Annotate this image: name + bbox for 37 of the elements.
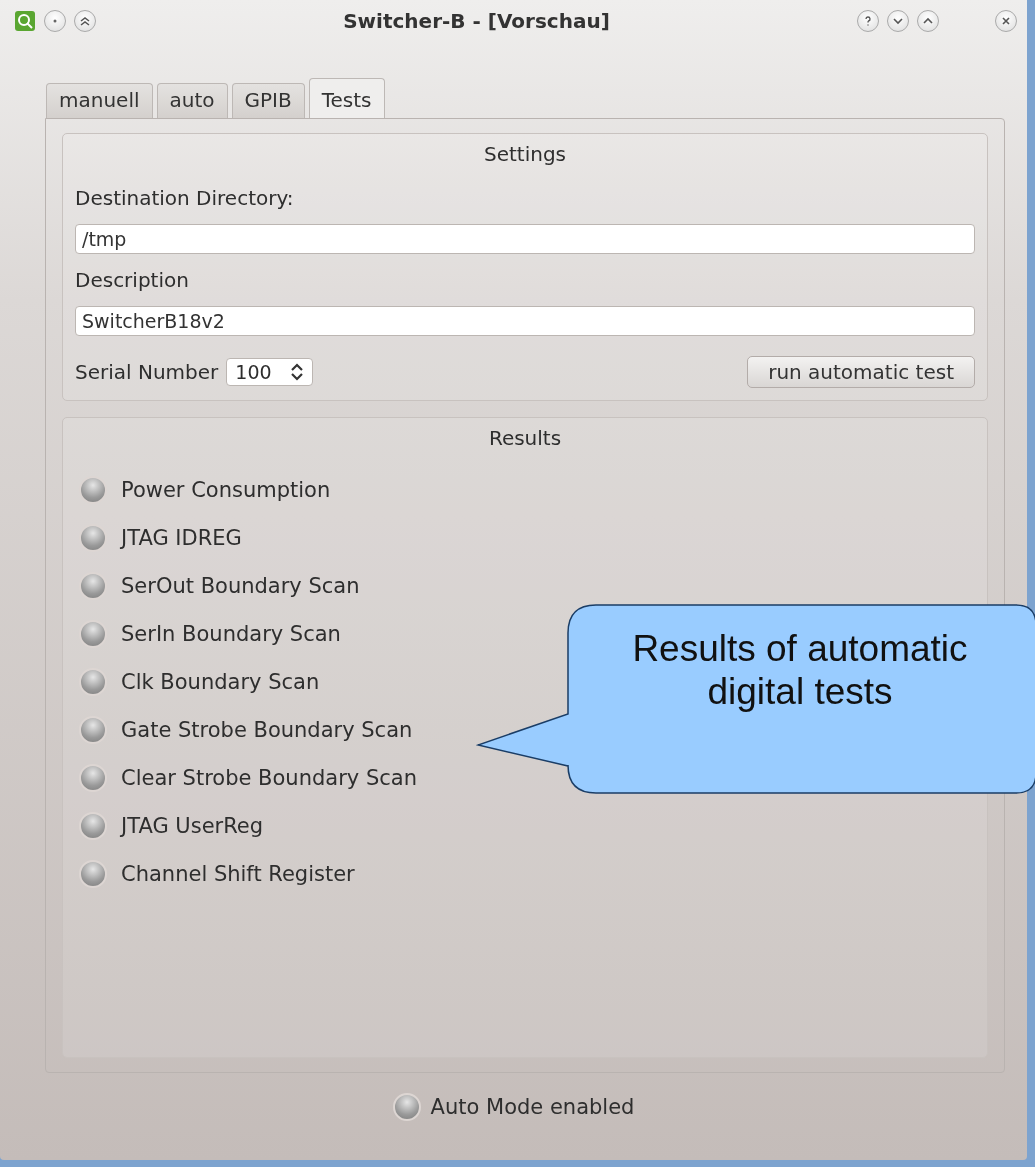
- status-label: Auto Mode enabled: [430, 1095, 635, 1119]
- minimize-button[interactable]: [887, 10, 909, 32]
- result-label: JTAG UserReg: [121, 814, 264, 838]
- chevron-down-icon: [892, 15, 904, 27]
- result-label: Clk Boundary Scan: [121, 670, 320, 694]
- window-title: Switcher-B - [Vorschau]: [342, 9, 611, 33]
- group-title: Results: [487, 426, 563, 450]
- app-logo-icon: [14, 10, 36, 32]
- help-button[interactable]: [857, 10, 879, 32]
- field-label: Destination Directory:: [75, 186, 295, 210]
- result-label: JTAG IDREG: [121, 526, 242, 550]
- run-test-button[interactable]: run automatic test: [747, 356, 975, 388]
- close-icon: [1000, 15, 1012, 27]
- close-button[interactable]: [995, 10, 1017, 32]
- group-title: Settings: [483, 142, 567, 166]
- tab[interactable]: Tests: [308, 78, 385, 118]
- menu-button[interactable]: [44, 10, 66, 32]
- result-label: Channel Shift Register: [121, 862, 355, 886]
- keep-above-button[interactable]: [74, 10, 96, 32]
- tab[interactable]: auto: [156, 83, 228, 118]
- maximize-button[interactable]: [917, 10, 939, 32]
- tab[interactable]: GPIB: [231, 83, 305, 118]
- result-label: Power Consumption: [121, 478, 331, 502]
- field-label: Serial Number: [75, 360, 219, 384]
- result-label: SerOut Boundary Scan: [121, 574, 360, 598]
- spin-box[interactable]: 100: [226, 358, 313, 386]
- spin-arrows-icon: [289, 362, 304, 382]
- input-field[interactable]: /tmp: [75, 224, 975, 254]
- result-label: Gate Strobe Boundary Scan: [121, 718, 413, 742]
- tab[interactable]: manuell: [46, 83, 153, 118]
- field-label: Description: [75, 268, 190, 292]
- question-mark-icon: [862, 15, 874, 27]
- input-field[interactable]: SwitcherB18v2: [75, 306, 975, 336]
- callout-text: Results of automatic digital tests: [631, 628, 969, 714]
- double-chevron-up-icon: [79, 15, 91, 27]
- result-label: SerIn Boundary Scan: [121, 622, 341, 646]
- result-label: Clear Strobe Boundary Scan: [121, 766, 417, 790]
